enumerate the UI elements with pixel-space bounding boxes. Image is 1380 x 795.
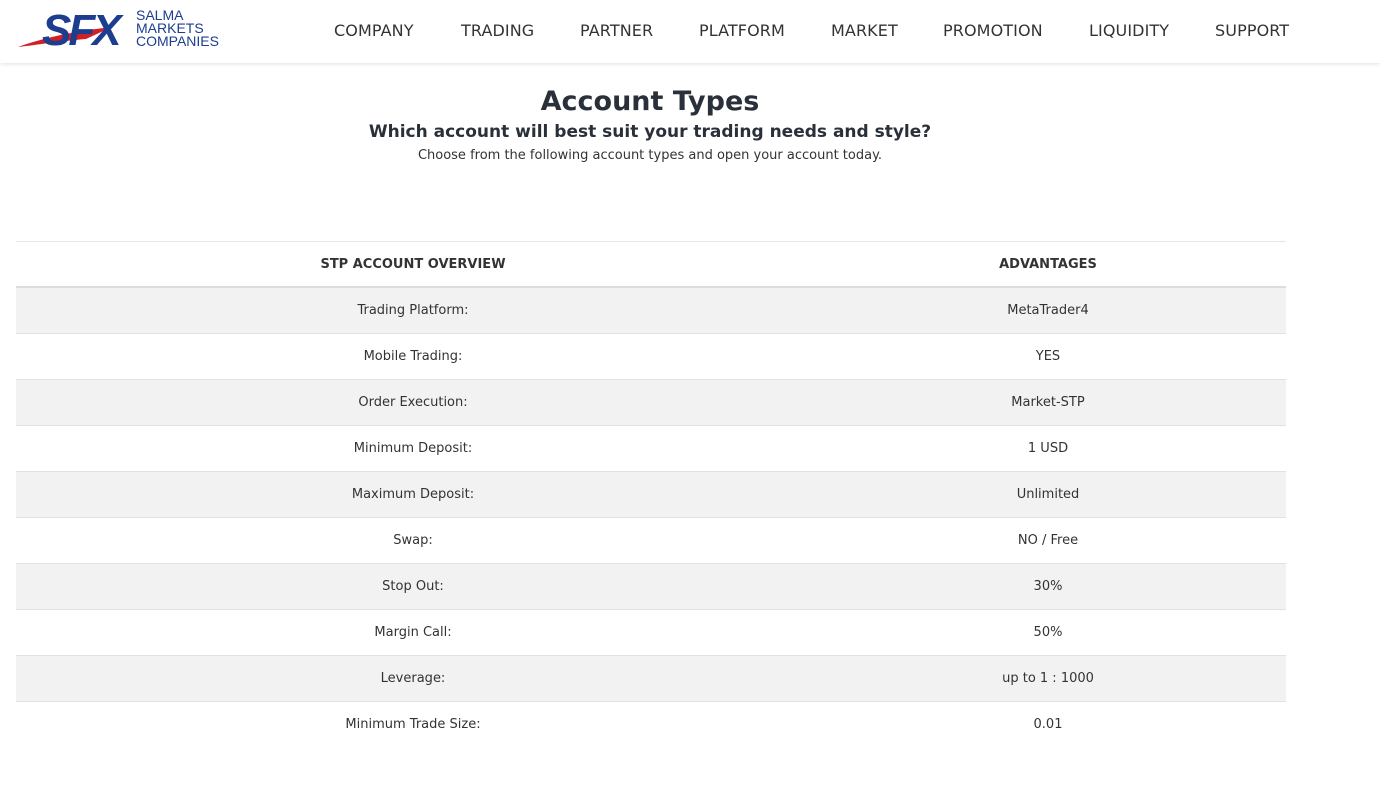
nav-item-liquidity[interactable]: LIQUIDITY (1089, 21, 1169, 40)
row-label: Swap: (393, 533, 433, 548)
row-label: Trading Platform: (357, 303, 469, 318)
table-row: Stop Out: 30% (16, 564, 1286, 610)
nav-item-trading[interactable]: TRADING (461, 21, 534, 40)
row-value: Market-STP (1011, 395, 1085, 410)
row-label: Leverage: (380, 671, 446, 686)
column-header-advantages: ADVANTAGES (999, 257, 1097, 272)
page-lead: Choose from the following account types … (417, 148, 883, 163)
main-nav: COMPANY TRADING PARTNER PLATFORM MARKET … (0, 0, 1380, 63)
table-row: Trading Platform: MetaTrader4 (16, 288, 1286, 334)
table-header: STP ACCOUNT OVERVIEW ADVANTAGES (16, 242, 1286, 288)
table-row: Margin Call: 50% (16, 610, 1286, 656)
row-value: NO / Free (1017, 533, 1079, 548)
nav-item-promotion[interactable]: PROMOTION (943, 21, 1043, 40)
row-value: MetaTrader4 (1007, 303, 1089, 318)
nav-item-partner[interactable]: PARTNER (580, 21, 653, 40)
row-value: Unlimited (1016, 487, 1080, 502)
site-header: SFX SALMA MARKETS COMPANIES COMPANY TRAD… (0, 0, 1380, 63)
row-label: Maximum Deposit: (351, 487, 475, 502)
row-label: Stop Out: (382, 579, 444, 594)
hero-section: Account Types Which account will best su… (0, 85, 1300, 167)
row-value: 30% (1033, 579, 1063, 594)
table-row: Minimum Deposit: 1 USD (16, 426, 1286, 472)
row-label: Margin Call: (374, 625, 452, 640)
page-title: Account Types (540, 86, 760, 117)
nav-item-company[interactable]: COMPANY (334, 21, 414, 40)
table-row: Maximum Deposit: Unlimited (16, 472, 1286, 518)
table-row: Mobile Trading: YES (16, 334, 1286, 380)
row-value: up to 1 : 1000 (1002, 671, 1094, 686)
table-row: Swap: NO / Free (16, 518, 1286, 564)
row-label: Minimum Deposit: (353, 441, 473, 456)
page-subtitle: Which account will best suit your tradin… (368, 122, 932, 142)
row-value: 0.01 (1033, 717, 1063, 732)
row-label: Mobile Trading: (363, 349, 463, 364)
row-label: Order Execution: (358, 395, 468, 410)
column-header-overview: STP ACCOUNT OVERVIEW (320, 257, 506, 272)
nav-item-platform[interactable]: PLATFORM (699, 21, 785, 40)
nav-item-support[interactable]: SUPPORT (1215, 21, 1289, 40)
row-value: 50% (1033, 625, 1063, 640)
table-row: Minimum Trade Size: 0.01 (16, 702, 1286, 748)
row-value: 1 USD (1027, 441, 1069, 456)
row-label: Minimum Trade Size: (345, 717, 481, 732)
table-row: Leverage: up to 1 : 1000 (16, 656, 1286, 702)
row-value: YES (1035, 349, 1061, 364)
nav-item-market[interactable]: MARKET (831, 21, 898, 40)
table-row: Order Execution: Market-STP (16, 380, 1286, 426)
account-overview-table: STP ACCOUNT OVERVIEW ADVANTAGES Trading … (16, 241, 1286, 748)
